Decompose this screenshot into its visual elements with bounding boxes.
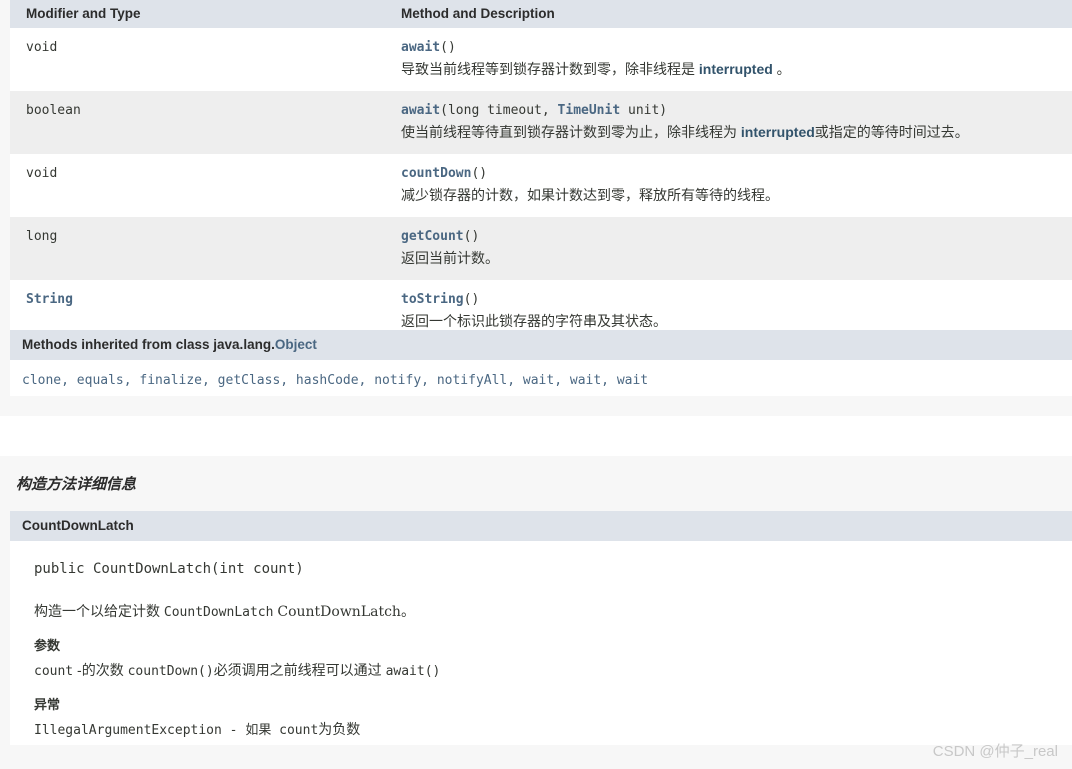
documentation-page: Modifier and Type Method and Description… <box>0 0 1072 769</box>
description-text-before: 导致当前线程等到锁存器计数到零，除非线程是 <box>401 61 699 77</box>
method-signature-args: (long timeout, <box>440 103 558 118</box>
throws-text-2: 为负数 <box>318 721 361 737</box>
constructor-description-mono-name: CountDownLatch <box>163 605 274 620</box>
method-description: 使当前线程等待直到锁存器计数到零为止，除非线程为 interrupted或指定的… <box>401 122 1062 142</box>
method-return-type: void <box>10 154 385 217</box>
method-description: 返回当前计数。 <box>401 248 1062 268</box>
page-bottom-fill <box>0 745 1072 769</box>
object-class-link[interactable]: Object <box>275 337 317 352</box>
method-summary-block: Modifier and Type Method and Description… <box>10 0 1072 343</box>
column-header-modifier-and-type: Modifier and Type <box>10 0 385 28</box>
timeunit-link[interactable]: TimeUnit <box>558 103 621 118</box>
method-link-getcount[interactable]: getCount <box>401 229 464 244</box>
method-description: 减少锁存器的计数，如果计数达到零，释放所有等待的线程。 <box>401 185 1062 205</box>
table-row: long getCount() 返回当前计数。 <box>10 217 1072 280</box>
return-type-text: long <box>26 229 58 244</box>
table-row: void countDown() 减少锁存器的计数，如果计数达到零，释放所有等待… <box>10 154 1072 217</box>
table-row: void await() 导致当前线程等到锁存器计数到零，除非线程是 inter… <box>10 28 1072 91</box>
return-type-text: void <box>26 40 58 55</box>
table-header-row: Modifier and Type Method and Description <box>10 0 1072 28</box>
method-cell: await(long timeout, TimeUnit unit) 使当前线程… <box>385 91 1072 154</box>
constructor-name-header: CountDownLatch <box>10 511 1072 541</box>
method-cell: countDown() 减少锁存器的计数，如果计数达到零，释放所有等待的线程。 <box>385 154 1072 217</box>
method-cell: getCount() 返回当前计数。 <box>385 217 1072 280</box>
constructor-description-suffix: 。 <box>400 603 415 619</box>
interrupted-link[interactable]: interrupted <box>741 124 815 140</box>
countdown-method-link[interactable]: countDown() <box>128 664 214 679</box>
description-text: 返回当前计数。 <box>401 250 499 266</box>
description-text-after: 或指定的等待时间过去。 <box>814 124 969 140</box>
method-link-await-timeout[interactable]: await <box>401 103 440 118</box>
method-description: 导致当前线程等到锁存器计数到零，除非线程是 interrupted 。 <box>401 59 1062 79</box>
description-text: 返回一个标识此锁存器的字符串及其状态。 <box>401 313 667 329</box>
method-cell: await() 导致当前线程等到锁存器计数到零，除非线程是 interrupte… <box>385 28 1072 91</box>
description-text: 减少锁存器的计数，如果计数达到零，释放所有等待的线程。 <box>401 187 779 203</box>
parameter-text-1: -的次数 <box>73 662 128 678</box>
method-return-type: boolean <box>10 91 385 154</box>
parameter-text-2: 必须调用之前线程可以通过 <box>213 662 386 678</box>
method-link-tostring[interactable]: toString <box>401 292 464 307</box>
throws-entry: IllegalArgumentException - 如果 count为负数 <box>34 713 1072 739</box>
parameter-name: count <box>34 664 74 679</box>
section-spacer-white <box>0 416 1072 456</box>
method-signature-args-tail: unit) <box>620 103 668 118</box>
constructor-detail-card: CountDownLatch public CountDownLatch(int… <box>10 511 1072 745</box>
description-text-before: 使当前线程等待直到锁存器计数到零为止，除非线程为 <box>401 124 741 140</box>
await-method-link[interactable]: await() <box>386 664 441 679</box>
parameters-label: 参数 <box>34 638 61 653</box>
method-signature-args: () <box>463 292 480 307</box>
interrupted-link[interactable]: interrupted <box>699 61 773 77</box>
method-return-type: void <box>10 28 385 91</box>
column-header-method-and-description: Method and Description <box>385 0 1072 28</box>
inherited-methods-header: Methods inherited from class java.lang.O… <box>10 330 1072 360</box>
constructor-detail-title: 构造方法详细信息 <box>16 476 137 493</box>
method-signature-args: () <box>471 166 488 181</box>
parameter-entry: count -的次数 countDown()必须调用之前线程可以通过 await… <box>34 654 1072 680</box>
method-return-type: long <box>10 217 385 280</box>
throws-text-1: - 如果 <box>221 723 280 738</box>
inherited-methods-block: Methods inherited from class java.lang.O… <box>10 330 1072 402</box>
description-text-after: 。 <box>772 61 791 77</box>
constructor-detail-body: public CountDownLatch(int count) 构造一个以给定… <box>10 541 1072 739</box>
constructor-signature: public CountDownLatch(int count) <box>34 561 304 577</box>
watermark-csdn: CSDN @仲子_real <box>932 743 1058 760</box>
method-signature-args: () <box>440 40 456 55</box>
section-spacer-gray <box>0 396 1072 416</box>
method-link-await[interactable]: await <box>401 40 440 55</box>
method-description: 返回一个标识此锁存器的字符串及其状态。 <box>401 311 1062 331</box>
method-signature-args: () <box>463 229 480 244</box>
constructor-description-prefix: 构造一个以给定计数 <box>34 603 164 619</box>
return-type-text: boolean <box>26 103 81 118</box>
table-row: boolean await(long timeout, TimeUnit uni… <box>10 91 1072 154</box>
return-type-text: void <box>26 166 58 181</box>
throws-param-name: count <box>279 723 319 738</box>
inherited-header-text: Methods inherited from class java.lang. <box>22 337 275 352</box>
constructor-description-serif-name: CountDownLatch <box>277 604 401 620</box>
method-link-countdown[interactable]: countDown <box>401 166 471 181</box>
illegalargumentexception-link[interactable]: IllegalArgumentException <box>34 723 222 738</box>
inherited-methods-text[interactable]: clone, equals, finalize, getClass, hashC… <box>22 373 648 388</box>
throws-label: 异常 <box>34 697 61 712</box>
return-type-link-string[interactable]: String <box>26 292 73 307</box>
constructor-description: 构造一个以给定计数 CountDownLatch CountDownLatch。 <box>34 577 1072 621</box>
method-summary-table: Modifier and Type Method and Description… <box>10 0 1072 343</box>
